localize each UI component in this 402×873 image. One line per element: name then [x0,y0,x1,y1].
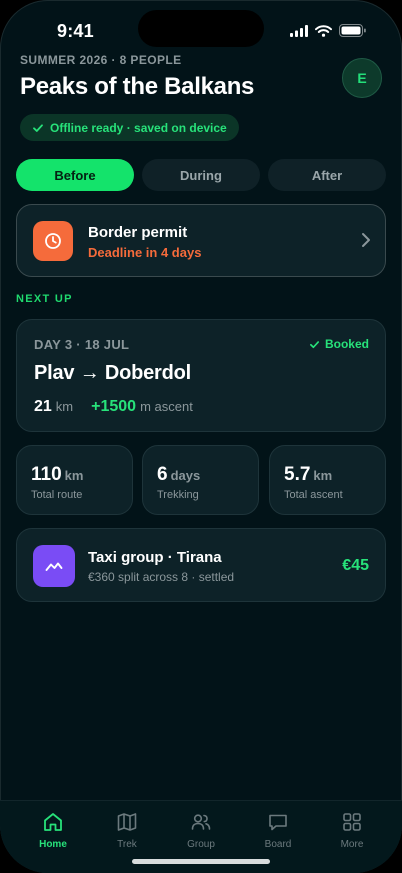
tab-board[interactable]: Board [248,811,308,850]
section-label-next-up: NEXT UP [16,293,73,305]
home-icon [44,813,62,831]
phone-screen: 9:41 SUMMER 2026 · 8 PEOPLE Peaks of the… [0,0,402,873]
segment-after[interactable]: After [268,159,386,191]
expense-subtitle: €360 split across 8 · settled [88,570,235,584]
chevron-right-icon [362,233,370,247]
trend-icon [45,562,63,571]
stat-number: 110 [31,464,62,485]
ascent-unit: m ascent [140,399,193,414]
stat-label: Total ascent [284,489,343,501]
dynamic-island [138,10,264,47]
stat-number: 5.7 [284,464,311,485]
tab-more[interactable]: More [322,811,382,850]
border-permit-card[interactable]: Border permit Deadline in 4 days [16,204,386,277]
page-title: Peaks of the Balkans [20,73,255,100]
tab-trek[interactable]: Trek [97,811,157,850]
grid-icon [343,813,361,831]
expense-card-taxi[interactable]: Taxi group · Tirana €360 split across 8 … [16,528,386,602]
clock-icon [45,233,61,249]
stat-value: 6 days [157,464,200,486]
segment-during[interactable]: During [142,159,260,191]
phase-segmented-control: Before During After [16,159,386,191]
stat-card-total-route: 110 km Total route [16,445,133,515]
expense-icon-tile [33,545,75,587]
stat-number: 6 [157,464,168,485]
distance-value: 21 [34,398,52,415]
status-bar: 9:41 [0,0,402,60]
group-icon [191,814,211,830]
tab-label: Home [39,839,67,850]
check-icon [33,123,43,132]
stat-label: Total route [31,489,83,501]
stat-label: Trekking [157,489,199,501]
tab-home[interactable]: Home [23,811,83,850]
permit-title: Border permit [88,224,188,241]
stat-unit: km [64,468,84,483]
permit-deadline: Deadline in 4 days [88,245,202,260]
next-up-card[interactable]: DAY 3 · 18 JUL Booked Plav → Doberdol 21… [16,319,386,432]
booked-label: Booked [324,337,369,351]
stat-value: 5.7 km [284,464,332,486]
booked-badge: Booked [309,337,369,351]
map-icon [117,813,137,831]
route-title: Plav → Doberdol [34,362,192,384]
distance-unit: km [55,399,74,414]
day-label: DAY 3 · 18 JUL [34,337,130,352]
tab-label: Group [187,839,215,850]
chat-icon [269,814,287,831]
offline-label: Offline ready · saved on device [50,120,227,135]
ascent-value: +1500 [91,398,137,415]
stat-card-trekking: 6 days Trekking [142,445,259,515]
tab-label: Trek [117,839,137,850]
expense-amount: €45 [342,557,369,574]
tab-label: Board [264,839,292,850]
stat-card-total-ascent: 5.7 km Total ascent [269,445,386,515]
tab-group[interactable]: Group [171,811,231,850]
check-icon [309,340,319,348]
stat-unit: days [170,468,201,483]
avatar[interactable]: E [342,58,382,98]
segment-before[interactable]: Before [16,159,134,191]
offline-status-badge: Offline ready · saved on device [20,114,239,141]
status-icons [290,24,366,37]
expense-title: Taxi group · Tirana [88,549,222,566]
stat-value: 110 km [31,464,83,486]
permit-icon-tile [33,221,73,261]
battery-icon [339,24,366,37]
trip-eyebrow: SUMMER 2026 · 8 PEOPLE [20,53,182,67]
signal-icon [290,24,308,37]
route-stats: 21 km +1500 m ascent [34,398,193,416]
tab-label: More [340,839,364,850]
stat-unit: km [313,468,333,483]
home-indicator[interactable] [132,859,270,864]
wifi-icon [315,24,332,37]
status-time: 9:41 [57,21,94,41]
